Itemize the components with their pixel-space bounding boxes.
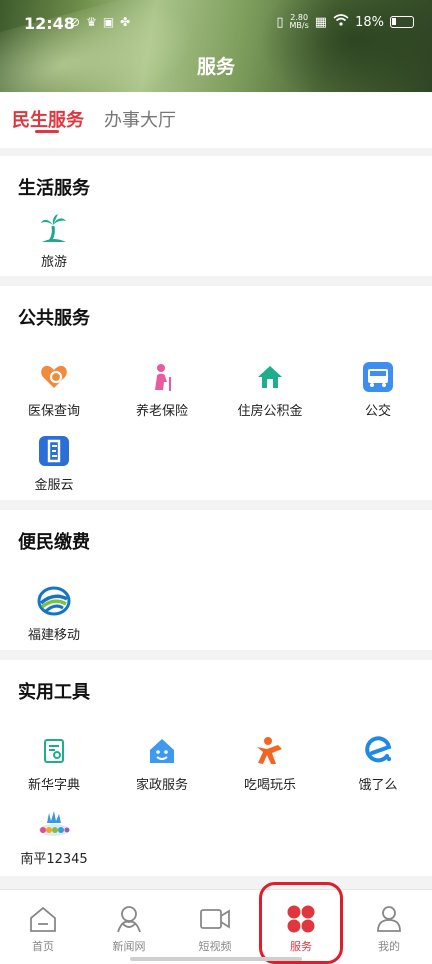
service-item-home-service[interactable]: 家政服务 (108, 734, 216, 793)
section-payment: 便民缴费 福建移动 (0, 510, 432, 650)
house-icon (253, 360, 287, 394)
news-icon (113, 904, 145, 934)
item-label: 新华字典 (27, 778, 80, 793)
tab-banshi[interactable]: 办事大厅 (104, 106, 176, 132)
palm-tree-icon (37, 211, 71, 245)
item-label: 住房公积金 (237, 404, 303, 419)
section-title: 生活服务 (18, 178, 90, 199)
nanping-12345-icon (37, 808, 71, 842)
network-speed: 2.80 MB/s (290, 14, 309, 30)
status-right: ▯ 2.80 MB/s ▦ 18% (276, 14, 414, 30)
nav-profile[interactable]: 我的 (346, 904, 432, 954)
nav-short-video[interactable]: 短视频 (172, 904, 258, 954)
service-item-nanping-12345[interactable]: 南平12345 (0, 808, 108, 867)
app-icon: ⊘ (70, 15, 81, 29)
service-item-bus[interactable]: 公交 (324, 360, 432, 419)
nav-label: 短视频 (198, 940, 232, 953)
dictionary-icon (37, 734, 71, 768)
home-indicator (130, 957, 302, 961)
nav-news[interactable]: 新闻网 (86, 904, 172, 954)
item-label: 家政服务 (135, 778, 188, 793)
item-label: 吃喝玩乐 (243, 778, 296, 793)
service-page: 12:48 ⊘ ♛ ▣ ✤ ▯ 2.80 MB/s ▦ 18% 服务 民生服务 … (0, 0, 432, 964)
nav-home[interactable]: 首页 (0, 904, 86, 954)
app-badge-icon: ▣ (102, 15, 115, 29)
service-item-fujian-mobile[interactable]: 福建移动 (0, 584, 108, 643)
section-title: 公共服务 (18, 308, 90, 329)
battery-percent: 18% (355, 14, 384, 30)
service-item-housing-fund[interactable]: 住房公积金 (216, 360, 324, 419)
section-public: 公共服务 医保查询 养老保险 住房公积金 公交 金服云 (0, 286, 432, 500)
medical-search-icon (37, 360, 71, 394)
speed-unit: MB/s (289, 21, 309, 30)
tab-minsheng[interactable]: 民生服务 (12, 106, 84, 132)
nav-label: 我的 (378, 940, 400, 953)
wifi-icon (333, 14, 349, 30)
item-label: 养老保险 (135, 404, 188, 419)
status-bar: 12:48 ⊘ ♛ ▣ ✤ ▯ 2.80 MB/s ▦ 18% (0, 0, 432, 50)
profile-icon (373, 904, 405, 934)
page-title: 服务 (196, 56, 235, 78)
video-icon (199, 904, 231, 934)
leisure-icon (253, 734, 287, 768)
item-label: 南平12345 (20, 852, 88, 867)
jinfuyun-icon (37, 434, 71, 468)
crown-icon: ♛ (86, 15, 97, 29)
notification-icons: ⊘ ♛ ▣ ✤ (70, 15, 130, 29)
item-label: 医保查询 (27, 404, 80, 419)
service-tab-highlight-box (259, 882, 343, 964)
bottom-navigation: 首页 新闻网 短视频 服务 我的 (0, 889, 432, 964)
item-label: 旅游 (40, 255, 67, 270)
service-item-eleme[interactable]: 饿了么 (324, 734, 432, 793)
nav-label: 新闻网 (112, 940, 146, 953)
bus-icon (361, 360, 395, 394)
elder-icon (145, 360, 179, 394)
item-label: 福建移动 (27, 628, 80, 643)
china-mobile-icon (37, 584, 71, 618)
section-title: 便民缴费 (18, 532, 90, 553)
service-item-medical[interactable]: 医保查询 (0, 360, 108, 419)
service-item-jinfuyun[interactable]: 金服云 (0, 434, 108, 493)
section-title: 实用工具 (18, 682, 90, 703)
clover-icon: ✤ (120, 15, 131, 29)
vibrate-icon: ▯ (276, 14, 284, 30)
home-service-icon (145, 734, 179, 768)
service-item-travel[interactable]: 旅游 (0, 211, 108, 270)
battery-icon (390, 16, 414, 28)
home-icon (27, 904, 59, 934)
item-label: 公交 (364, 404, 391, 419)
section-life: 生活服务 旅游 (0, 156, 432, 276)
status-time: 12:48 (24, 14, 75, 33)
item-label: 饿了么 (358, 778, 398, 793)
service-item-dictionary[interactable]: 新华字典 (0, 734, 108, 793)
item-label: 金服云 (34, 478, 74, 493)
sim-icon: ▦ (314, 14, 328, 30)
service-item-leisure[interactable]: 吃喝玩乐 (216, 734, 324, 793)
nav-label: 首页 (32, 940, 54, 953)
header-banner: 12:48 ⊘ ♛ ▣ ✤ ▯ 2.80 MB/s ▦ 18% 服务 (0, 0, 432, 92)
tab-bar: 民生服务 办事大厅 (0, 92, 432, 148)
eleme-icon (361, 734, 395, 768)
active-tab-indicator (35, 130, 59, 133)
section-tools: 实用工具 新华字典 家政服务 吃喝玩乐 饿了么 南平12345 (0, 660, 432, 876)
service-item-pension[interactable]: 养老保险 (108, 360, 216, 419)
